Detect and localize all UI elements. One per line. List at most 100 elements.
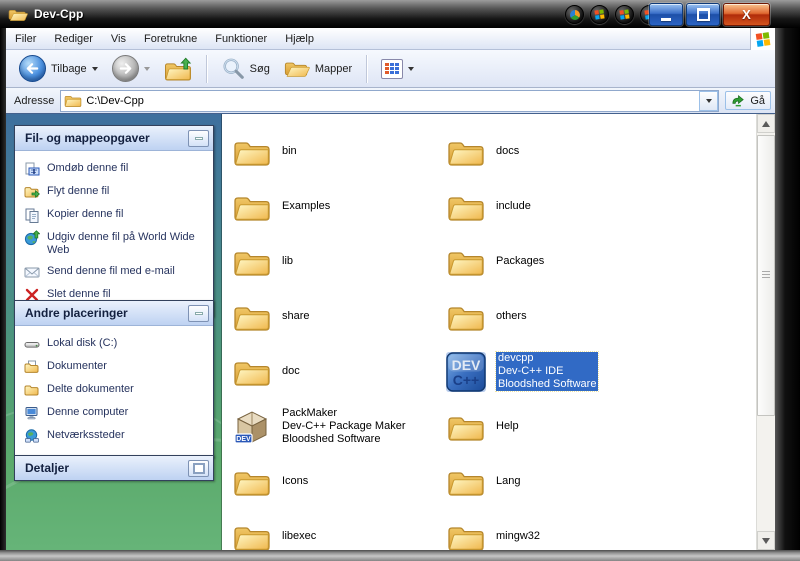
window-folder-icon bbox=[8, 6, 28, 23]
forward-button[interactable] bbox=[107, 53, 155, 84]
place-shared-documents[interactable]: Delte dokumenter bbox=[22, 379, 208, 402]
file-item-others[interactable]: others bbox=[444, 289, 658, 344]
task-label: Udgiv denne fil på World Wide Web bbox=[47, 231, 195, 256]
close-button[interactable]: X bbox=[723, 3, 770, 26]
file-item-mingw32[interactable]: mingw32 bbox=[444, 509, 658, 550]
file-label: libexec bbox=[282, 530, 317, 542]
views-button[interactable] bbox=[376, 57, 419, 81]
panel-title: Detaljer bbox=[25, 461, 70, 475]
file-item-packmaker[interactable]: PackMaker Dev-C++ Package Maker Bloodshe… bbox=[230, 399, 444, 454]
panel-header[interactable]: Andre placeringer bbox=[15, 301, 213, 326]
thumb-grip-icon bbox=[762, 271, 770, 280]
search-button[interactable]: Søg bbox=[216, 55, 275, 83]
collapse-button[interactable] bbox=[188, 304, 209, 322]
file-item-lang[interactable]: Lang bbox=[444, 454, 658, 509]
window-right-border bbox=[775, 28, 800, 550]
folder-icon bbox=[446, 517, 486, 551]
task-move-file[interactable]: Flyt denne fil bbox=[22, 181, 208, 204]
move-icon bbox=[24, 184, 40, 200]
address-bar: Adresse C:\Dev-Cpp Gå bbox=[6, 88, 775, 114]
task-publish-file[interactable]: Udgiv denne fil på World Wide Web bbox=[22, 227, 208, 261]
window-controls: X bbox=[649, 3, 770, 26]
go-icon bbox=[731, 93, 746, 108]
collapse-button[interactable] bbox=[188, 129, 209, 147]
file-label: share bbox=[282, 310, 310, 322]
menu-hjaelp[interactable]: Hjælp bbox=[276, 30, 323, 48]
back-button[interactable]: Tilbage bbox=[14, 53, 103, 84]
file-item-docs[interactable]: docs bbox=[444, 124, 658, 179]
back-label: Tilbage bbox=[51, 62, 87, 75]
titlebar-gadgets bbox=[565, 5, 659, 24]
task-email-file[interactable]: Send denne fil med e-mail bbox=[22, 261, 208, 284]
views-dropdown-icon[interactable] bbox=[408, 66, 415, 71]
place-local-disk[interactable]: Lokal disk (C:) bbox=[22, 333, 208, 356]
file-label: Lang bbox=[496, 475, 521, 487]
windows-orb-icon[interactable] bbox=[615, 5, 634, 24]
panel-header[interactable]: Detaljer bbox=[15, 456, 213, 480]
file-item-include[interactable]: include bbox=[444, 179, 658, 234]
file-item-libexec[interactable]: libexec bbox=[230, 509, 444, 550]
maximize-button[interactable] bbox=[686, 3, 720, 26]
menu-bar: Filer Rediger Vis Foretrukne Funktioner … bbox=[6, 27, 775, 50]
maximize-icon bbox=[696, 8, 710, 21]
media-player-orb-icon[interactable] bbox=[565, 5, 584, 24]
file-item-examples[interactable]: Examples bbox=[230, 179, 444, 234]
folders-button[interactable]: Mapper bbox=[279, 55, 357, 82]
place-network[interactable]: Netværkssteder bbox=[22, 425, 208, 448]
file-item-help[interactable]: Help bbox=[444, 399, 658, 454]
task-rename-file[interactable]: Omdøb denne fil bbox=[22, 158, 208, 181]
computer-icon bbox=[24, 405, 40, 421]
file-item-devcpp-selected[interactable]: devcpp Dev-C++ IDE Bloodshed Software bbox=[444, 344, 658, 399]
file-item-lib[interactable]: lib bbox=[230, 234, 444, 289]
scrollbar-thumb[interactable] bbox=[757, 135, 775, 416]
task-copy-file[interactable]: Kopier denne fil bbox=[22, 204, 208, 227]
arrow-up-icon bbox=[762, 120, 770, 127]
file-item-doc[interactable]: doc bbox=[230, 344, 444, 399]
file-item-packages[interactable]: Packages bbox=[444, 234, 658, 289]
go-button[interactable]: Gå bbox=[725, 91, 771, 110]
panel-header[interactable]: Fil- og mappeopgaver bbox=[15, 126, 213, 151]
menu-vis[interactable]: Vis bbox=[102, 30, 135, 48]
panel-file-tasks: Fil- og mappeopgaver Omdøb denne fil Fly… bbox=[14, 125, 214, 317]
folder-icon bbox=[446, 187, 486, 227]
windows-logo bbox=[750, 27, 775, 50]
place-documents[interactable]: Dokumenter bbox=[22, 356, 208, 379]
address-input[interactable]: C:\Dev-Cpp bbox=[60, 89, 720, 112]
task-label: Flyt denne fil bbox=[47, 185, 110, 197]
folder-icon bbox=[446, 407, 486, 447]
email-icon bbox=[24, 264, 40, 280]
file-label: Examples bbox=[282, 200, 331, 212]
scroll-down-button[interactable] bbox=[757, 531, 775, 550]
up-button[interactable] bbox=[159, 54, 197, 84]
standard-toolbar: Tilbage Søg Mapper bbox=[6, 50, 775, 88]
file-label: others bbox=[496, 310, 527, 322]
minimize-button[interactable] bbox=[649, 3, 683, 26]
expand-button[interactable] bbox=[188, 459, 209, 477]
panel-title: Andre placeringer bbox=[25, 306, 128, 320]
file-item-bin[interactable]: bin bbox=[230, 124, 444, 179]
address-dropdown-button[interactable] bbox=[699, 90, 719, 111]
rename-icon bbox=[24, 161, 40, 177]
network-icon bbox=[24, 428, 40, 444]
scroll-up-button[interactable] bbox=[757, 114, 775, 133]
menu-funktioner[interactable]: Funktioner bbox=[206, 30, 276, 48]
menu-filer[interactable]: Filer bbox=[6, 30, 45, 48]
forward-dropdown-icon[interactable] bbox=[143, 66, 150, 71]
file-item-icons[interactable]: Icons bbox=[230, 454, 444, 509]
panel-details: Detaljer bbox=[14, 455, 214, 481]
menu-rediger[interactable]: Rediger bbox=[45, 30, 102, 48]
scrollbar-track[interactable] bbox=[757, 133, 775, 531]
folders-icon bbox=[284, 57, 310, 80]
address-folder-icon bbox=[64, 93, 82, 108]
folder-icon bbox=[232, 352, 272, 392]
address-path: C:\Dev-Cpp bbox=[86, 94, 144, 107]
back-dropdown-icon[interactable] bbox=[91, 66, 98, 71]
place-my-computer[interactable]: Denne computer bbox=[22, 402, 208, 425]
menu-foretrukne[interactable]: Foretrukne bbox=[135, 30, 206, 48]
folder-icon bbox=[446, 132, 486, 172]
file-item-share[interactable]: share bbox=[230, 289, 444, 344]
search-label: Søg bbox=[249, 62, 270, 75]
windows-orb-icon[interactable] bbox=[590, 5, 609, 24]
folder-icon bbox=[446, 242, 486, 282]
window-bottom-border bbox=[0, 550, 800, 561]
